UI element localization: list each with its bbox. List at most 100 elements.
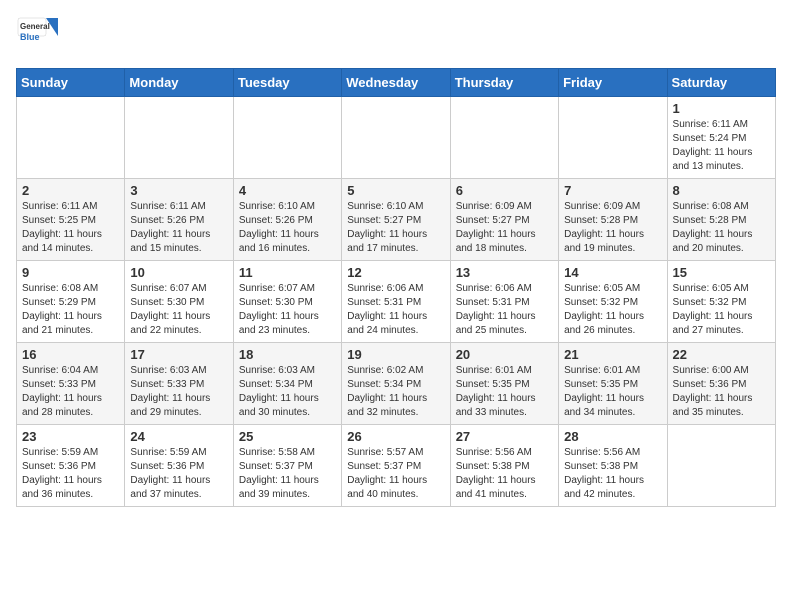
weekday-header-friday: Friday <box>559 69 667 97</box>
day-info: Sunrise: 6:02 AM Sunset: 5:34 PM Dayligh… <box>347 364 444 420</box>
day-info: Sunrise: 6:03 AM Sunset: 5:34 PM Dayligh… <box>239 364 336 420</box>
weekday-header-monday: Monday <box>125 69 233 97</box>
day-number: 26 <box>347 429 444 444</box>
calendar-cell: 21 Sunrise: 6:01 AM Sunset: 5:35 PM Dayli… <box>559 343 667 425</box>
calendar-cell: 12 Sunrise: 6:06 AM Sunset: 5:31 PM Dayli… <box>342 261 450 343</box>
day-info: Sunrise: 6:04 AM Sunset: 5:33 PM Dayligh… <box>22 364 119 420</box>
calendar-cell <box>233 97 341 179</box>
calendar-cell: 15 Sunrise: 6:05 AM Sunset: 5:32 PM Dayli… <box>667 261 775 343</box>
day-number: 5 <box>347 183 444 198</box>
calendar-cell: 11 Sunrise: 6:07 AM Sunset: 5:30 PM Dayli… <box>233 261 341 343</box>
day-number: 17 <box>130 347 227 362</box>
day-info: Sunrise: 6:01 AM Sunset: 5:35 PM Dayligh… <box>564 364 661 420</box>
day-number: 22 <box>673 347 770 362</box>
day-info: Sunrise: 6:01 AM Sunset: 5:35 PM Dayligh… <box>456 364 553 420</box>
generalblue-logo-icon: General Blue <box>16 16 60 60</box>
day-info: Sunrise: 5:58 AM Sunset: 5:37 PM Dayligh… <box>239 446 336 502</box>
calendar-cell: 16 Sunrise: 6:04 AM Sunset: 5:33 PM Dayli… <box>17 343 125 425</box>
day-number: 28 <box>564 429 661 444</box>
day-info: Sunrise: 5:59 AM Sunset: 5:36 PM Dayligh… <box>130 446 227 502</box>
logo: General Blue <box>16 16 60 60</box>
day-number: 10 <box>130 265 227 280</box>
calendar-week-row-2: 2Sunrise: 6:11 AM Sunset: 5:25 PM Daylig… <box>17 179 776 261</box>
day-info: Sunrise: 6:11 AM Sunset: 5:26 PM Dayligh… <box>130 200 227 256</box>
day-number: 14 <box>564 265 661 280</box>
day-info: Sunrise: 6:07 AM Sunset: 5:30 PM Dayligh… <box>239 282 336 338</box>
calendar-cell: 13 Sunrise: 6:06 AM Sunset: 5:31 PM Dayli… <box>450 261 558 343</box>
calendar-week-row-3: 9 Sunrise: 6:08 AM Sunset: 5:29 PM Daylig… <box>17 261 776 343</box>
day-info: Sunrise: 6:10 AM Sunset: 5:27 PM Dayligh… <box>347 200 444 256</box>
calendar-cell <box>342 97 450 179</box>
day-info: Sunrise: 5:59 AM Sunset: 5:36 PM Dayligh… <box>22 446 119 502</box>
day-number: 18 <box>239 347 336 362</box>
day-number: 24 <box>130 429 227 444</box>
day-info: Sunrise: 6:03 AM Sunset: 5:33 PM Dayligh… <box>130 364 227 420</box>
day-info: Sunrise: 6:09 AM Sunset: 5:28 PM Dayligh… <box>564 200 661 256</box>
svg-text:General: General <box>20 22 50 31</box>
calendar-cell: 19 Sunrise: 6:02 AM Sunset: 5:34 PM Dayli… <box>342 343 450 425</box>
calendar-cell: 3Sunrise: 6:11 AM Sunset: 5:26 PM Daylig… <box>125 179 233 261</box>
day-info: Sunrise: 6:06 AM Sunset: 5:31 PM Dayligh… <box>347 282 444 338</box>
calendar-cell: 2Sunrise: 6:11 AM Sunset: 5:25 PM Daylig… <box>17 179 125 261</box>
calendar-cell: 8Sunrise: 6:08 AM Sunset: 5:28 PM Daylig… <box>667 179 775 261</box>
weekday-header-thursday: Thursday <box>450 69 558 97</box>
day-info: Sunrise: 6:06 AM Sunset: 5:31 PM Dayligh… <box>456 282 553 338</box>
calendar-week-row-1: 1Sunrise: 6:11 AM Sunset: 5:24 PM Daylig… <box>17 97 776 179</box>
day-number: 19 <box>347 347 444 362</box>
day-info: Sunrise: 5:57 AM Sunset: 5:37 PM Dayligh… <box>347 446 444 502</box>
day-info: Sunrise: 6:05 AM Sunset: 5:32 PM Dayligh… <box>673 282 770 338</box>
calendar-cell: 28Sunrise: 5:56 AM Sunset: 5:38 PM Dayli… <box>559 425 667 507</box>
day-number: 11 <box>239 265 336 280</box>
calendar-cell: 9 Sunrise: 6:08 AM Sunset: 5:29 PM Daylig… <box>17 261 125 343</box>
weekday-header-sunday: Sunday <box>17 69 125 97</box>
weekday-header-tuesday: Tuesday <box>233 69 341 97</box>
day-info: Sunrise: 6:11 AM Sunset: 5:24 PM Dayligh… <box>673 118 770 174</box>
calendar-cell: 22 Sunrise: 6:00 AM Sunset: 5:36 PM Dayli… <box>667 343 775 425</box>
calendar-cell <box>125 97 233 179</box>
page-header: General Blue <box>16 16 776 60</box>
calendar-cell: 25 Sunrise: 5:58 AM Sunset: 5:37 PM Dayli… <box>233 425 341 507</box>
day-info: Sunrise: 6:10 AM Sunset: 5:26 PM Dayligh… <box>239 200 336 256</box>
calendar-cell: 5 Sunrise: 6:10 AM Sunset: 5:27 PM Daylig… <box>342 179 450 261</box>
calendar-week-row-5: 23 Sunrise: 5:59 AM Sunset: 5:36 PM Dayli… <box>17 425 776 507</box>
calendar-cell: 10 Sunrise: 6:07 AM Sunset: 5:30 PM Dayli… <box>125 261 233 343</box>
day-info: Sunrise: 6:08 AM Sunset: 5:29 PM Dayligh… <box>22 282 119 338</box>
calendar-cell <box>17 97 125 179</box>
day-number: 21 <box>564 347 661 362</box>
calendar-week-row-4: 16 Sunrise: 6:04 AM Sunset: 5:33 PM Dayli… <box>17 343 776 425</box>
day-number: 25 <box>239 429 336 444</box>
day-info: Sunrise: 6:09 AM Sunset: 5:27 PM Dayligh… <box>456 200 553 256</box>
day-info: Sunrise: 6:05 AM Sunset: 5:32 PM Dayligh… <box>564 282 661 338</box>
calendar-cell <box>667 425 775 507</box>
calendar-cell: 24 Sunrise: 5:59 AM Sunset: 5:36 PM Dayli… <box>125 425 233 507</box>
calendar-cell: 6 Sunrise: 6:09 AM Sunset: 5:27 PM Daylig… <box>450 179 558 261</box>
calendar-table: SundayMondayTuesdayWednesdayThursdayFrid… <box>16 68 776 507</box>
calendar-cell: 17 Sunrise: 6:03 AM Sunset: 5:33 PM Dayli… <box>125 343 233 425</box>
weekday-header-wednesday: Wednesday <box>342 69 450 97</box>
svg-text:Blue: Blue <box>20 32 40 42</box>
day-number: 13 <box>456 265 553 280</box>
calendar-cell: 14 Sunrise: 6:05 AM Sunset: 5:32 PM Dayli… <box>559 261 667 343</box>
day-number: 9 <box>22 265 119 280</box>
day-info: Sunrise: 6:08 AM Sunset: 5:28 PM Dayligh… <box>673 200 770 256</box>
day-number: 27 <box>456 429 553 444</box>
calendar-cell: 4Sunrise: 6:10 AM Sunset: 5:26 PM Daylig… <box>233 179 341 261</box>
day-number: 12 <box>347 265 444 280</box>
day-number: 6 <box>456 183 553 198</box>
weekday-header-saturday: Saturday <box>667 69 775 97</box>
day-number: 15 <box>673 265 770 280</box>
calendar-cell: 26 Sunrise: 5:57 AM Sunset: 5:37 PM Dayli… <box>342 425 450 507</box>
day-info: Sunrise: 5:56 AM Sunset: 5:38 PM Dayligh… <box>456 446 553 502</box>
day-info: Sunrise: 6:11 AM Sunset: 5:25 PM Dayligh… <box>22 200 119 256</box>
calendar-cell: 23 Sunrise: 5:59 AM Sunset: 5:36 PM Dayli… <box>17 425 125 507</box>
calendar-cell: 18 Sunrise: 6:03 AM Sunset: 5:34 PM Dayli… <box>233 343 341 425</box>
weekday-header-row: SundayMondayTuesdayWednesdayThursdayFrid… <box>17 69 776 97</box>
day-number: 7 <box>564 183 661 198</box>
day-info: Sunrise: 6:00 AM Sunset: 5:36 PM Dayligh… <box>673 364 770 420</box>
day-number: 20 <box>456 347 553 362</box>
day-number: 23 <box>22 429 119 444</box>
calendar-cell: 27 Sunrise: 5:56 AM Sunset: 5:38 PM Dayli… <box>450 425 558 507</box>
day-info: Sunrise: 6:07 AM Sunset: 5:30 PM Dayligh… <box>130 282 227 338</box>
calendar-cell: 20 Sunrise: 6:01 AM Sunset: 5:35 PM Dayli… <box>450 343 558 425</box>
day-number: 16 <box>22 347 119 362</box>
